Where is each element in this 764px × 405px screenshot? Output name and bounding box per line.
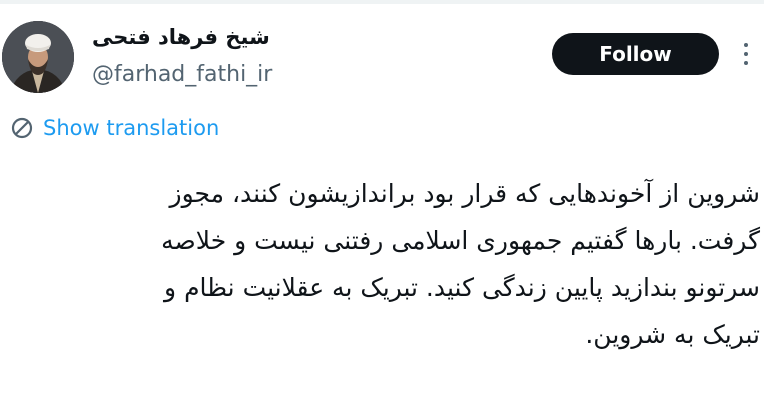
translate-icon bbox=[11, 117, 33, 139]
follow-button[interactable]: Follow bbox=[552, 33, 719, 75]
show-translation-link[interactable]: Show translation bbox=[10, 113, 219, 143]
tweet-line: گرفت. بارها گفتیم جمهوری اسلامی رفتنی نی… bbox=[161, 226, 760, 255]
user-handle[interactable]: @farhad_fathi_ir bbox=[92, 60, 272, 90]
more-dot bbox=[744, 61, 748, 65]
more-dot bbox=[744, 43, 748, 47]
show-translation-label: Show translation bbox=[43, 116, 220, 140]
top-divider bbox=[0, 0, 764, 4]
tweet-line: تبریک به شروین. bbox=[585, 320, 760, 349]
avatar-image bbox=[2, 21, 74, 93]
author-name-block[interactable]: شیخ فرهاد فتحی bbox=[92, 22, 270, 52]
tweet-line: شروین از آخوندهایی که قرار بود براندازیش… bbox=[169, 179, 761, 208]
more-vertical-icon[interactable] bbox=[738, 40, 754, 68]
tweet-line: سرتونو بندازید پایین زندگی کنید. تبریک ب… bbox=[164, 273, 760, 302]
avatar[interactable] bbox=[2, 21, 74, 93]
display-name[interactable]: شیخ فرهاد فتحی bbox=[92, 22, 270, 52]
tweet-text: شروین از آخوندهایی که قرار بود براندازیش… bbox=[10, 170, 760, 358]
more-dot bbox=[744, 52, 748, 56]
